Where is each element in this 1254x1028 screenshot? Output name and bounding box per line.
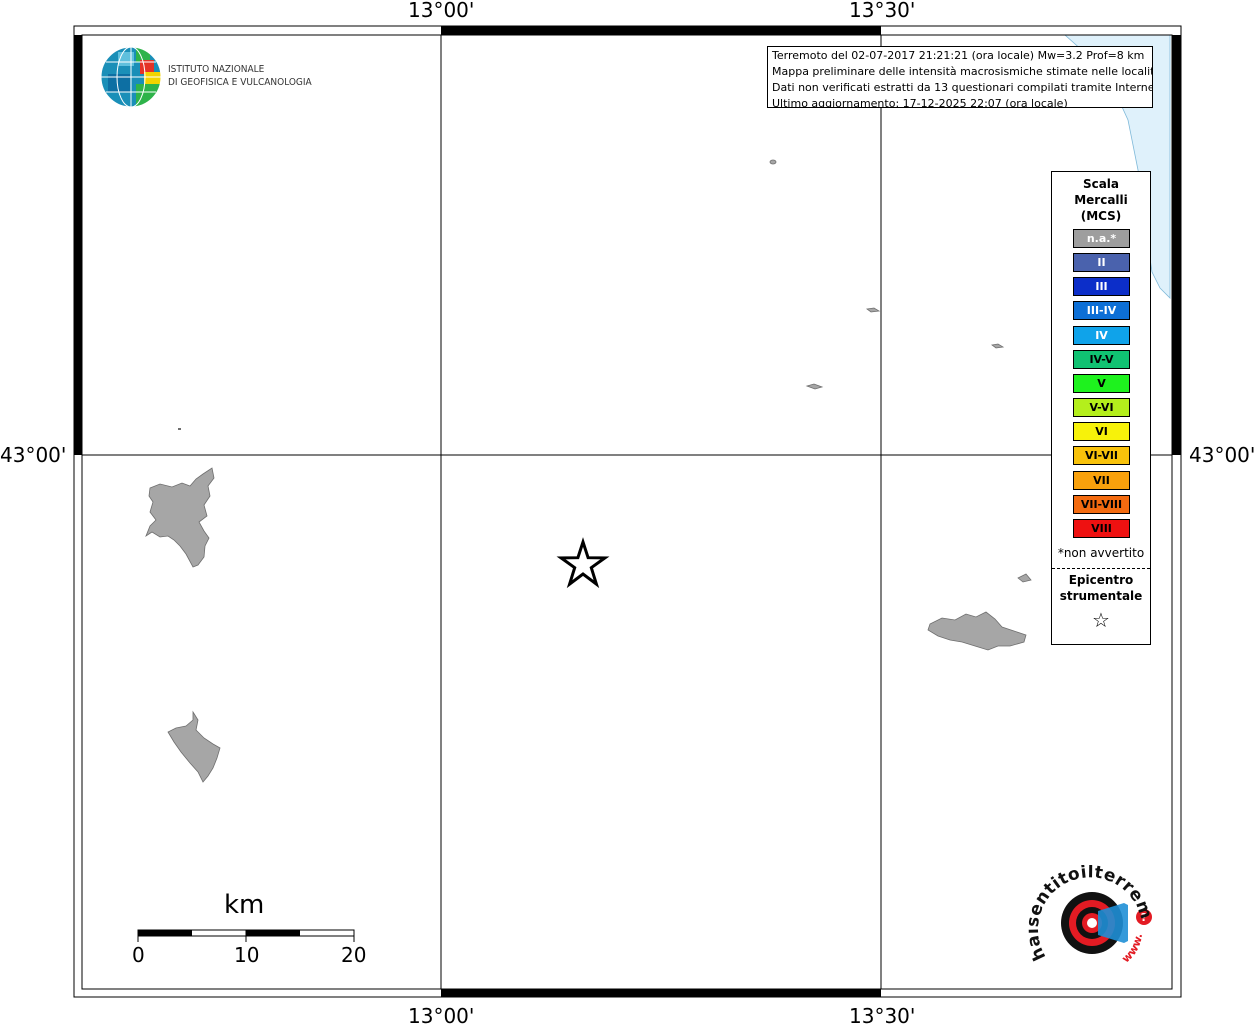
legend-swatch-vii: VII (1073, 470, 1130, 490)
lon-label-bottom-right: 13°30' (849, 1004, 916, 1028)
legend-separator (1052, 568, 1150, 569)
lat-label-left: 43°00' (0, 443, 67, 467)
ingv-name-line1: ISTITUTO NAZIONALE (168, 64, 265, 75)
scale-tick-20: 20 (341, 943, 367, 967)
hai-sentito-logo: ? haisentitoilterremoto.it www. (1022, 850, 1158, 980)
lake-3 (927, 611, 1027, 651)
scale-bar: km 0 10 20 (130, 890, 370, 970)
epicenter-star (556, 537, 610, 589)
lake-8 (769, 159, 777, 165)
legend-epicentro: Epicentro strumentale (1052, 572, 1150, 604)
legend-swatch-viii: VIII (1073, 518, 1130, 538)
lake-4 (1017, 573, 1032, 583)
scale-tick-0: 0 (132, 943, 145, 967)
ingv-name-line2: DI GEOFISICA E VULCANOLOGIA (168, 77, 312, 88)
event-info-line4: Ultimo aggiornamento: 17-12-2025 22:07 (… (772, 97, 1068, 108)
legend-title-line1: Scala (1082, 177, 1120, 191)
border-seg-bottom (441, 989, 881, 997)
legend-swatch-vi: VI (1073, 422, 1130, 442)
lake-1 (145, 467, 215, 568)
lake-9 (178, 428, 181, 430)
legend-swatch-vi-vii: VI-VII (1073, 446, 1130, 466)
lon-label-top-right: 13°30' (849, 0, 916, 22)
legend-swatch-iii: III (1073, 277, 1130, 297)
lon-label-bottom-left: 13°00' (408, 1004, 475, 1028)
lat-label-right: 43°00' (1189, 443, 1254, 467)
hai-sentito-logo-icon: ? haisentitoilterremoto.it www. (1022, 850, 1156, 965)
border-seg-right (1172, 35, 1181, 455)
legend-title-line3: (MCS) (1080, 209, 1122, 223)
ingv-globe-icon (100, 46, 162, 108)
event-info-line2: Mappa preliminare delle intensità macros… (772, 65, 1153, 78)
legend-swatch-v: V (1073, 373, 1130, 393)
legend-swatch-iii-iv: III-IV (1073, 301, 1130, 321)
legend-swatch-v-vi: V-VI (1073, 398, 1130, 418)
legend-title-line2: Mercalli (1074, 193, 1128, 207)
legend-swatch-vii-viii: VII-VIII (1073, 494, 1130, 514)
lon-label-top-left: 13°00' (408, 0, 475, 22)
lake-6 (865, 307, 881, 313)
event-info-box: Terremoto del 02-07-2017 21:21:21 (ora l… (767, 46, 1153, 108)
event-info-line1: Terremoto del 02-07-2017 21:21:21 (ora l… (772, 49, 1145, 62)
legend-epicentro-line2: strumentale (1059, 589, 1143, 603)
map-frame-outer (73, 25, 1182, 998)
map-frame-inner (81, 34, 1173, 990)
ingv-logo: ISTITUTO NAZIONALE DI GEOFISICA E VULCAN… (100, 46, 320, 110)
legend-swatch-ii: II (1073, 253, 1130, 273)
event-info-line3: Dati non verificati estratti da 13 quest… (772, 81, 1153, 94)
lake-5 (805, 383, 824, 390)
legend-title: Scala Mercalli (MCS) (1052, 176, 1150, 224)
border-seg-left (74, 35, 82, 455)
legend-swatch-n-a: n.a.* (1073, 229, 1130, 248)
legend-swatch-iv-v: IV-V (1073, 349, 1130, 369)
legend-epicentro-line1: Epicentro (1068, 573, 1134, 587)
legend-epicentro-star-icon: ☆ (1092, 608, 1110, 632)
legend-non-avvertito: *non avvertito (1057, 546, 1145, 560)
scale-tick-10: 10 (234, 943, 260, 967)
mcs-legend: Scala Mercalli (MCS) n.a.* II III III-IV IV I… (1051, 171, 1151, 645)
lake-7 (991, 343, 1005, 349)
ingv-name: ISTITUTO NAZIONALE DI GEOFISICA E VULCAN… (168, 63, 312, 89)
legend-swatch-iv: IV (1073, 325, 1130, 345)
lake-2 (167, 710, 221, 783)
scale-unit: km (224, 890, 265, 920)
border-seg-top (441, 26, 881, 35)
